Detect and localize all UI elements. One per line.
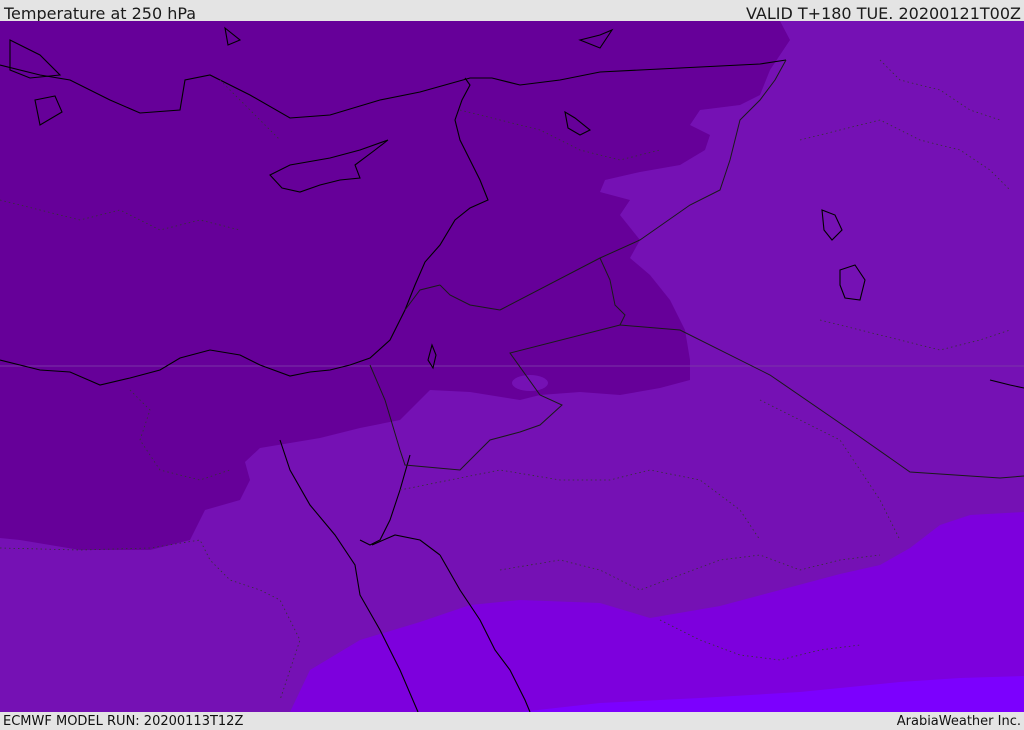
brand-credit: ArabiaWeather Inc.: [896, 714, 1021, 729]
field-patch: [512, 375, 548, 391]
header-bar: Temperature at 250 hPa VALID T+180 TUE. …: [0, 0, 1024, 23]
weather-map[interactable]: [0, 21, 1024, 712]
model-run: ECMWF MODEL RUN: 20200113T12Z: [3, 714, 244, 729]
footer-bar: ECMWF MODEL RUN: 20200113T12Z ArabiaWeat…: [0, 712, 1024, 729]
map-canvas: [0, 21, 1024, 712]
